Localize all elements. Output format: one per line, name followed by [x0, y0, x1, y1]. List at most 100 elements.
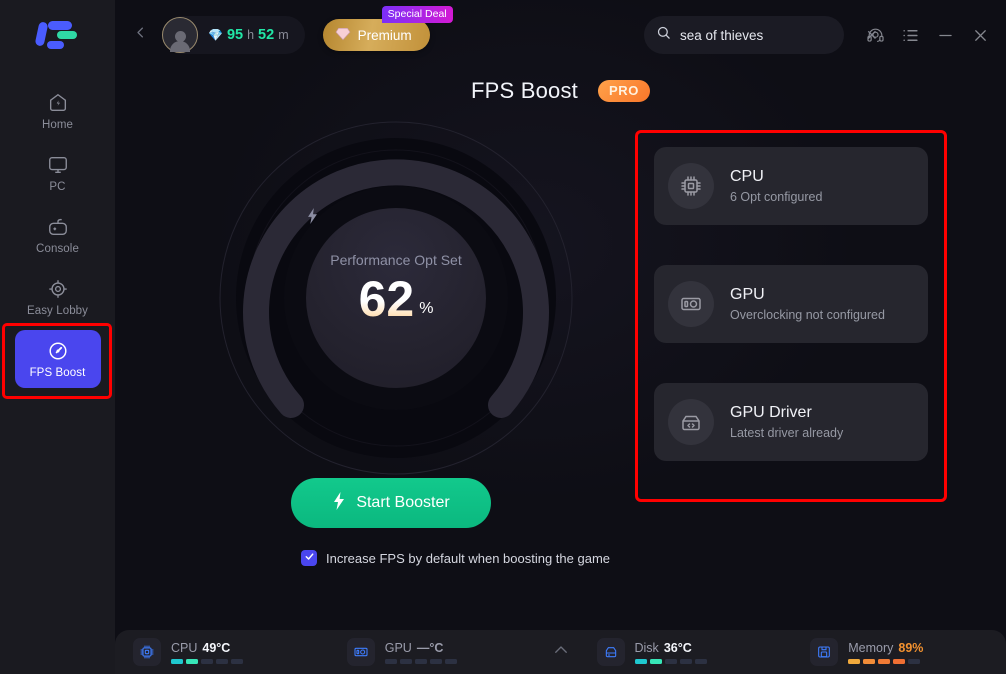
- status-segment: [893, 658, 906, 664]
- monitor-icon: [47, 154, 69, 176]
- status-value: 36°C: [663, 640, 692, 655]
- disk-icon: [596, 638, 625, 666]
- status-segment: [908, 658, 921, 664]
- search-icon: [656, 25, 671, 45]
- sidebar-nav: Home PC Console Easy Lobby FPS Boost: [14, 82, 101, 392]
- status-memory[interactable]: Memory 89%: [792, 638, 1006, 666]
- card-gpu[interactable]: GPU Overclocking not configured: [654, 265, 928, 343]
- status-segment: [399, 658, 412, 664]
- playtime-display: 💎 95 h 52 m: [208, 27, 289, 43]
- status-label: GPU: [384, 640, 412, 655]
- status-segment: [694, 658, 707, 664]
- premium-button[interactable]: Premium: [322, 19, 430, 51]
- increase-fps-label: Increase FPS by default when boosting th…: [326, 550, 611, 566]
- status-segment: [863, 658, 876, 664]
- top-header: 💎 95 h 52 m Premium Special Deal sea of …: [115, 0, 1006, 70]
- sidebar-item-label: Console: [36, 242, 79, 255]
- user-time-pill[interactable]: 💎 95 h 52 m: [162, 16, 305, 54]
- status-segment: [201, 658, 213, 664]
- bolt-icon: [332, 491, 346, 515]
- chevron-left-icon: [133, 25, 148, 45]
- sidebar-item-label: PC: [49, 180, 66, 193]
- brand-logo: [33, 18, 83, 52]
- status-disk[interactable]: Disk 36°C: [579, 638, 793, 666]
- sidebar-item-easy-lobby[interactable]: Easy Lobby: [15, 268, 101, 326]
- page-title: FPS Boost: [471, 78, 578, 103]
- status-label: Memory: [848, 640, 894, 655]
- card-gpu-driver[interactable]: GPU Driver Latest driver already: [654, 383, 928, 461]
- home-icon: [47, 92, 69, 114]
- gpu-card-icon: [668, 281, 714, 327]
- performance-gauge: Performance Opt Set 62 %: [216, 118, 576, 478]
- increase-fps-checkbox-row[interactable]: Increase FPS by default when boosting th…: [301, 550, 610, 566]
- status-text: GPU —°C: [385, 641, 457, 655]
- close-icon[interactable]: [971, 26, 990, 45]
- search-input[interactable]: [680, 27, 857, 43]
- gamepad-icon: [47, 216, 69, 238]
- status-body: Disk 36°C: [634, 641, 707, 664]
- playtime-minutes: 52: [258, 27, 275, 43]
- status-segment: [634, 658, 647, 664]
- status-gpu[interactable]: GPU —°C: [329, 638, 543, 666]
- optimization-cards-panel: CPU 6 Opt configured GPU Overclocking no…: [635, 130, 947, 502]
- status-label: Disk: [634, 640, 659, 655]
- status-value: 49°C: [202, 640, 231, 655]
- status-segment: [878, 658, 891, 664]
- speedometer-icon: [47, 340, 69, 362]
- back-button[interactable]: [125, 20, 155, 50]
- status-segment: [384, 658, 397, 664]
- gauge-value: 62: [358, 271, 415, 327]
- status-segment: [429, 658, 442, 664]
- status-segment: [848, 658, 861, 664]
- list-menu-icon[interactable]: [901, 26, 920, 45]
- sidebar-item-console[interactable]: Console: [15, 206, 101, 264]
- status-body: GPU —°C: [384, 641, 457, 664]
- card-text: GPU Driver Latest driver already: [730, 404, 843, 440]
- gauge-unit: %: [419, 300, 434, 317]
- status-segbar: [848, 658, 923, 664]
- pro-badge: PRO: [597, 80, 650, 102]
- minimize-icon[interactable]: [936, 26, 955, 45]
- status-segment: [171, 658, 183, 664]
- diamond-icon: [335, 27, 351, 44]
- gauge-area: Performance Opt Set 62 % Start Booster I…: [161, 110, 661, 566]
- sidebar-item-label: Home: [41, 118, 74, 131]
- status-segbar: [634, 658, 707, 664]
- start-booster-button[interactable]: Start Booster: [291, 478, 491, 528]
- card-cpu[interactable]: CPU 6 Opt configured: [654, 147, 928, 225]
- status-text: Memory 89%: [848, 641, 923, 655]
- sidebar-item-fps-boost[interactable]: FPS Boost: [14, 330, 101, 388]
- sidebar-item-label: FPS Boost: [29, 366, 86, 379]
- search-box[interactable]: ✕: [644, 16, 878, 54]
- app-window: Home PC Console Easy Lobby FPS Boost 💎 9…: [0, 0, 1006, 674]
- card-text: CPU 6 Opt configured: [730, 168, 822, 204]
- status-text: Disk 36°C: [635, 641, 707, 655]
- status-segbar: [171, 658, 243, 664]
- status-segment: [664, 658, 677, 664]
- status-cpu[interactable]: CPU 49°C: [115, 638, 329, 666]
- status-segment: [216, 658, 228, 664]
- check-icon: [304, 549, 315, 567]
- card-subtitle: 6 Opt configured: [730, 190, 823, 204]
- sidebar-item-pc[interactable]: PC: [15, 144, 101, 202]
- collapse-statusbar-button[interactable]: [543, 641, 579, 664]
- status-value: —°C: [416, 640, 444, 655]
- special-deal-badge[interactable]: Special Deal: [381, 6, 453, 23]
- card-title: CPU: [730, 168, 764, 185]
- status-segment: [186, 658, 198, 664]
- window-controls: [866, 26, 990, 45]
- gpu-card-icon: [346, 638, 375, 666]
- playtime-hours-unit: h: [247, 28, 255, 42]
- status-label: CPU: [171, 640, 198, 655]
- status-value: 89%: [898, 640, 924, 655]
- status-body: CPU 49°C: [171, 641, 243, 664]
- avatar[interactable]: [162, 17, 198, 53]
- status-text: CPU 49°C: [171, 641, 243, 655]
- chevron-up-icon: [552, 641, 570, 664]
- cpu-chip-icon: [668, 163, 714, 209]
- sidebar-item-home[interactable]: Home: [15, 82, 101, 140]
- support-headset-icon[interactable]: [866, 26, 885, 45]
- increase-fps-checkbox[interactable]: [301, 550, 317, 566]
- cpu-chip-icon: [133, 638, 161, 666]
- premium-area: Premium Special Deal: [322, 6, 453, 51]
